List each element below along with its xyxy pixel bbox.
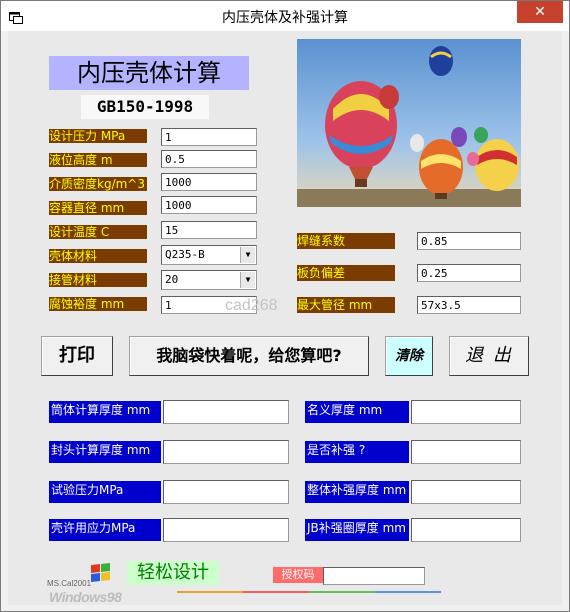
- print-button[interactable]: 打印: [41, 336, 113, 376]
- plate-tolerance-input[interactable]: 0.25: [417, 264, 521, 282]
- logo-text: Windows98: [49, 589, 122, 605]
- title-bar[interactable]: 内压壳体及补强计算 ✕: [1, 1, 569, 31]
- standard-label: GB150-1998: [81, 95, 209, 119]
- weld-coefficient-input[interactable]: 0.85: [417, 232, 521, 250]
- logo-subtext: MS.Cal2001: [47, 579, 92, 588]
- jb-ring-thickness-output: [411, 518, 521, 542]
- exit-button[interactable]: 退 出: [449, 336, 529, 376]
- plate-tolerance-label: 板负偏差: [297, 265, 395, 281]
- close-button[interactable]: ✕: [517, 1, 563, 23]
- app-window: 内压壳体及补强计算 ✕ 内压壳体计算 GB150-1998 设计压力 MPa 1…: [0, 0, 570, 612]
- liquid-height-input[interactable]: 0.5: [161, 150, 257, 168]
- calculate-button[interactable]: 我脑袋快着呢，给您算吧?: [129, 336, 369, 376]
- footer-divider: [177, 591, 441, 593]
- allowable-stress-label: 壳许用应力MPa: [49, 519, 161, 541]
- max-pipe-diameter-label: 最大管径 mm: [297, 297, 395, 313]
- design-pressure-label: 设计压力 MPa: [49, 129, 147, 143]
- auth-code-label: 授权码: [273, 567, 323, 583]
- integral-reinforce-label: 整体补强厚度 mm: [305, 481, 409, 503]
- shell-material-value: Q235-B: [165, 248, 205, 261]
- nozzle-material-value: 20: [165, 273, 179, 286]
- page-title: 内压壳体计算: [49, 56, 249, 90]
- jb-ring-thickness-label: JB补强圈厚度 mm: [305, 519, 409, 541]
- corrosion-allowance-label: 腐蚀裕度 mm: [49, 297, 147, 311]
- watermark-text: cad268: [225, 297, 278, 314]
- vessel-diameter-input[interactable]: 1000: [161, 196, 257, 214]
- need-reinforce-label: 是否补强 ?: [305, 441, 409, 463]
- close-icon: ✕: [534, 4, 546, 20]
- clear-button[interactable]: 清除: [385, 336, 433, 376]
- hot-air-balloons-image: [297, 39, 521, 207]
- integral-reinforce-output: [411, 480, 521, 504]
- window-title: 内压壳体及补强计算: [222, 10, 348, 26]
- head-thickness-label: 封头计算厚度 mm: [49, 441, 161, 463]
- max-pipe-diameter-input[interactable]: 57x3.5: [417, 296, 521, 314]
- design-temp-label: 设计温度 C: [49, 225, 147, 239]
- nominal-thickness-label: 名义厚度 mm: [305, 401, 409, 423]
- dropdown-arrow-icon[interactable]: ▼: [240, 272, 255, 288]
- head-thickness-output: [163, 440, 289, 464]
- test-pressure-label: 试验压力MPa: [49, 481, 161, 503]
- nominal-thickness-output: [411, 400, 521, 424]
- design-temp-input[interactable]: 15: [161, 221, 257, 239]
- weld-coefficient-label: 焊缝系数: [297, 233, 395, 249]
- shell-thickness-label: 筒体计算厚度 mm: [49, 401, 161, 423]
- medium-density-input[interactable]: 1000: [161, 173, 257, 191]
- windows-logo: MS.Cal2001 Windows98: [47, 561, 129, 607]
- dropdown-arrow-icon[interactable]: ▼: [240, 247, 255, 263]
- auth-code-input[interactable]: [323, 567, 425, 585]
- test-pressure-output: [163, 480, 289, 504]
- shell-material-select[interactable]: Q235-B ▼: [161, 245, 257, 265]
- nozzle-material-label: 接管材料: [49, 273, 147, 287]
- medium-density-label: 介质密度kg/m^3: [49, 177, 147, 191]
- shell-thickness-output: [163, 400, 289, 424]
- nozzle-material-select[interactable]: 20 ▼: [161, 270, 257, 290]
- design-pressure-input[interactable]: 1: [161, 128, 257, 146]
- vessel-diameter-label: 容器直径 mm: [49, 201, 147, 215]
- easy-design-label: 轻松设计: [127, 561, 219, 585]
- need-reinforce-output: [411, 440, 521, 464]
- liquid-height-label: 液位高度 m: [49, 153, 147, 167]
- allowable-stress-output: [163, 518, 289, 542]
- shell-material-label: 壳体材料: [49, 249, 147, 263]
